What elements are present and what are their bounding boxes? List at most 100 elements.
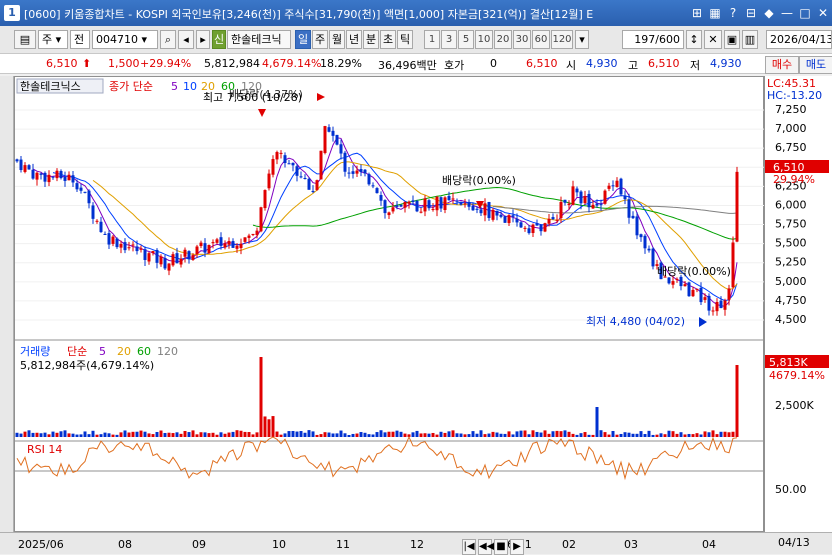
print-icon[interactable]: ▥ [742,30,758,49]
stock-code-input[interactable]: 004710 ▾ [92,30,158,49]
candle-body [487,202,491,218]
legend-vol-ma-60[interactable]: 60 [137,345,151,358]
candle-body [395,205,399,207]
legend-stock-name[interactable]: 한솔테크닉스 [20,80,81,93]
close-icon[interactable]: ✕ [814,4,832,22]
candle-body [143,249,147,260]
minimize-icon[interactable]: — [778,4,796,22]
link-icon[interactable]: ⊞ [688,4,706,22]
period-tick[interactable]: 틱 [397,30,413,49]
period-minute[interactable]: 분 [363,30,379,49]
volume-bar [339,430,343,437]
buy-button[interactable]: 매수 [765,56,799,74]
forward-icon[interactable]: ▶ [510,539,524,555]
date-input[interactable]: 2026/04/13 [766,30,832,49]
x-axis-bar[interactable]: 2025/06 08 09 10 11 12 2026/01 02 03 04 04/13 [0,532,832,554]
candle-body [239,243,243,249]
legend-vol-ma-20[interactable]: 20 [117,345,131,358]
legend-vol-ma-5[interactable]: 5 [99,345,106,358]
volume-bar [79,434,83,437]
price-y-ticks: 7,2507,0006,7506,5006,2506,0005,7505,500… [775,103,807,326]
candle-body [563,199,567,203]
rewind-icon[interactable]: ◀◀ [478,539,494,555]
annotation-dividend-3: 배당락(0.00%) [657,265,731,278]
open-price: 4,930 [586,57,618,70]
volume-bar [419,433,423,437]
candle-body [455,200,459,202]
candle-body [635,216,639,236]
legend-volume-name[interactable]: 거래량 [20,345,50,358]
right-axis[interactable]: LC:45.31 HC:-13.20 7,2507,0006,7506,5006… [764,56,832,532]
save-icon[interactable]: ▣ [724,30,740,49]
interval-dropdown-icon[interactable]: ▾ [575,30,589,49]
interval-30[interactable]: 30 [513,30,531,49]
candle-body [59,171,63,179]
scroll-icon[interactable]: ↕ [686,30,702,49]
interval-20[interactable]: 20 [494,30,512,49]
speaker-icon[interactable]: ◂ [178,30,194,49]
period-month[interactable]: 월 [329,30,345,49]
chart-menu-icon[interactable]: ▤ [14,30,36,49]
mode-select[interactable]: 전 [70,30,90,49]
candle-body [687,282,691,297]
legend-ma-10[interactable]: 10 [183,80,197,93]
volume-bar [211,432,215,437]
first-page-icon[interactable]: |◀ [462,539,476,555]
volume-bar [651,434,655,437]
volume-bar [35,432,39,437]
interval-1[interactable]: 1 [424,30,440,49]
volume-bar [527,434,531,437]
volume-bar [291,431,295,437]
candle-body [439,197,443,209]
playback-controls[interactable]: |◀ ◀◀ ■ ▶ [462,536,534,555]
legend-vol-ma-120[interactable]: 120 [157,345,178,358]
candle-body [523,227,527,229]
price-y-tick: 6,000 [775,198,807,211]
chart-svg[interactable]: 한솔테크닉스 종가 단순 5 10 20 60 120 최고 7,500 (10… [15,77,765,533]
interval-5[interactable]: 5 [458,30,474,49]
interval-3[interactable]: 3 [441,30,457,49]
period-week[interactable]: 주 [312,30,328,49]
tool-icon[interactable]: ⊟ [742,4,760,22]
volume-bar [467,434,471,437]
volume-bar [707,432,711,437]
period-day[interactable]: 일 [295,30,311,49]
volume-bar [167,432,171,437]
help-icon[interactable]: ? [724,4,742,22]
sell-button[interactable]: 매도 [799,56,832,74]
volume-bar [635,433,639,437]
candle-body [703,297,707,300]
pin-icon[interactable]: ◆ [760,4,778,22]
volume-bar [479,430,483,437]
interval-120[interactable]: 120 [551,30,573,49]
market-select[interactable]: 주 ▾ [38,30,68,49]
search-icon[interactable]: ⌕ [160,30,176,49]
data-count[interactable]: 197/600 [622,30,684,49]
volume-bar [243,431,247,437]
left-tool-strip[interactable] [0,76,14,532]
legend-price-ma-label[interactable]: 종가 단순 [109,80,153,93]
stop-icon[interactable]: ■ [494,539,508,555]
cross-icon[interactable]: ✕ [704,30,722,49]
legend-volume-ma-label[interactable]: 단순 [67,345,87,358]
current-pct-tag-text: 29.94% [773,173,815,186]
x-axis-label: 12 [410,538,424,551]
settings-icon[interactable]: ▦ [706,4,724,22]
interval-60[interactable]: 60 [532,30,550,49]
volume-bar [687,433,691,437]
ma-line [492,205,738,214]
window-title: [0600] 키움종합차트 - KOSPI 외국인보유[3,246(천)] 주식… [24,8,594,21]
volume-bar [619,433,623,437]
period-second[interactable]: 초 [380,30,396,49]
volume-bar [559,431,563,437]
maximize-icon[interactable]: □ [796,4,814,22]
candle-body [343,152,347,172]
legend-rsi[interactable]: RSI 14 [27,443,62,456]
legend-ma-5[interactable]: 5 [171,80,178,93]
next-icon[interactable]: ▸ [196,30,210,49]
volume-bar [15,432,19,437]
volume-bar [563,430,567,437]
interval-10[interactable]: 10 [475,30,493,49]
chart-area[interactable]: 한솔테크닉스 종가 단순 5 10 20 60 120 최고 7,500 (10… [14,76,765,533]
period-year[interactable]: 년 [346,30,362,49]
